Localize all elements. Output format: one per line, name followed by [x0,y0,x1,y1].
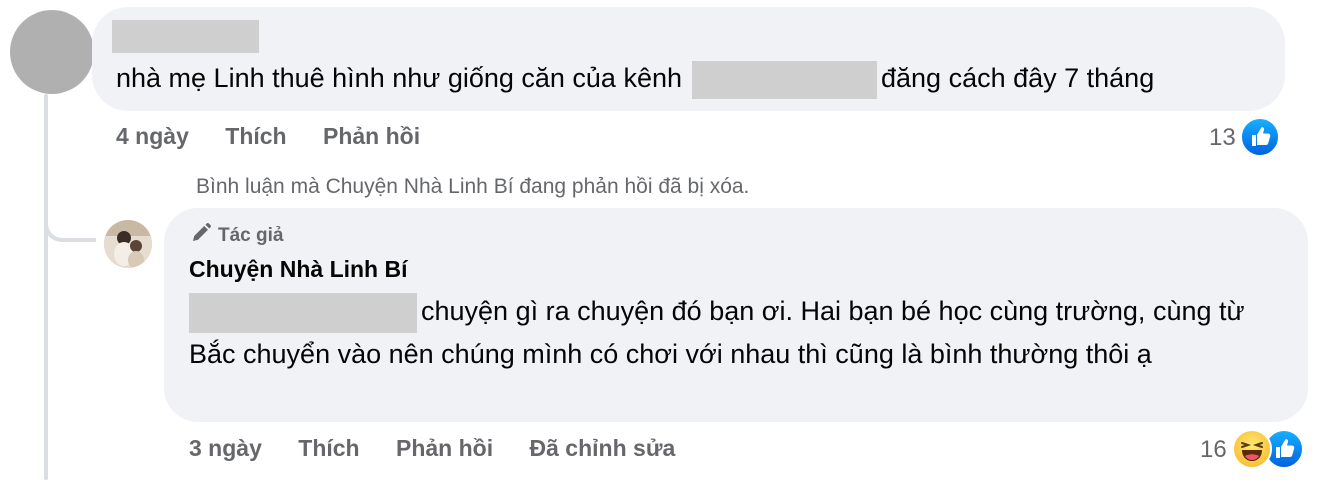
thread-line [44,94,48,480]
reply-author-name[interactable]: Chuyện Nhà Linh Bí [189,256,408,283]
reaction-count[interactable]: 13 [1209,124,1236,152]
reaction-count[interactable]: 16 [1200,436,1227,464]
reply-button[interactable]: Phản hồi [396,435,493,462]
reply-button[interactable]: Phản hồi [323,123,420,150]
pen-icon [190,222,212,250]
avatar[interactable] [10,10,94,94]
comment-text: nhà mẹ Linh thuê hình như giống căn của … [116,58,1154,99]
comment-text-before: nhà mẹ Linh thuê hình như giống căn của … [116,63,682,93]
comment-time[interactable]: 4 ngày [116,123,189,150]
reply-actions: 3 ngày Thích Phản hồi Đã chỉnh sửa [189,435,675,462]
redacted-mention [189,292,417,333]
deleted-comment-notice: Bình luận mà Chuyện Nhà Linh Bí đang phả… [196,175,750,198]
like-icon[interactable] [1240,117,1280,157]
like-button[interactable]: Thích [225,123,286,150]
comment-actions: 4 ngày Thích Phản hồi [116,123,420,150]
comment-thread: nhà mẹ Linh thuê hình như giống căn của … [0,0,1338,480]
edited-label[interactable]: Đã chỉnh sửa [530,435,676,462]
haha-icon[interactable] [1232,429,1272,469]
thread-connector [44,196,96,242]
author-badge-label: Tác giả [218,225,284,246]
reply-text: chuyện gì ra chuyện đó bạn ơi. Hai bạn b… [189,290,1279,375]
reply-time[interactable]: 3 ngày [189,435,262,462]
redacted-author-name [112,20,259,53]
author-avatar[interactable] [104,220,152,268]
like-button[interactable]: Thích [298,435,359,462]
redacted-channel-name [692,60,877,99]
comment-text-after: đăng cách đây 7 tháng [881,63,1155,93]
author-badge: Tác giả [190,222,283,250]
